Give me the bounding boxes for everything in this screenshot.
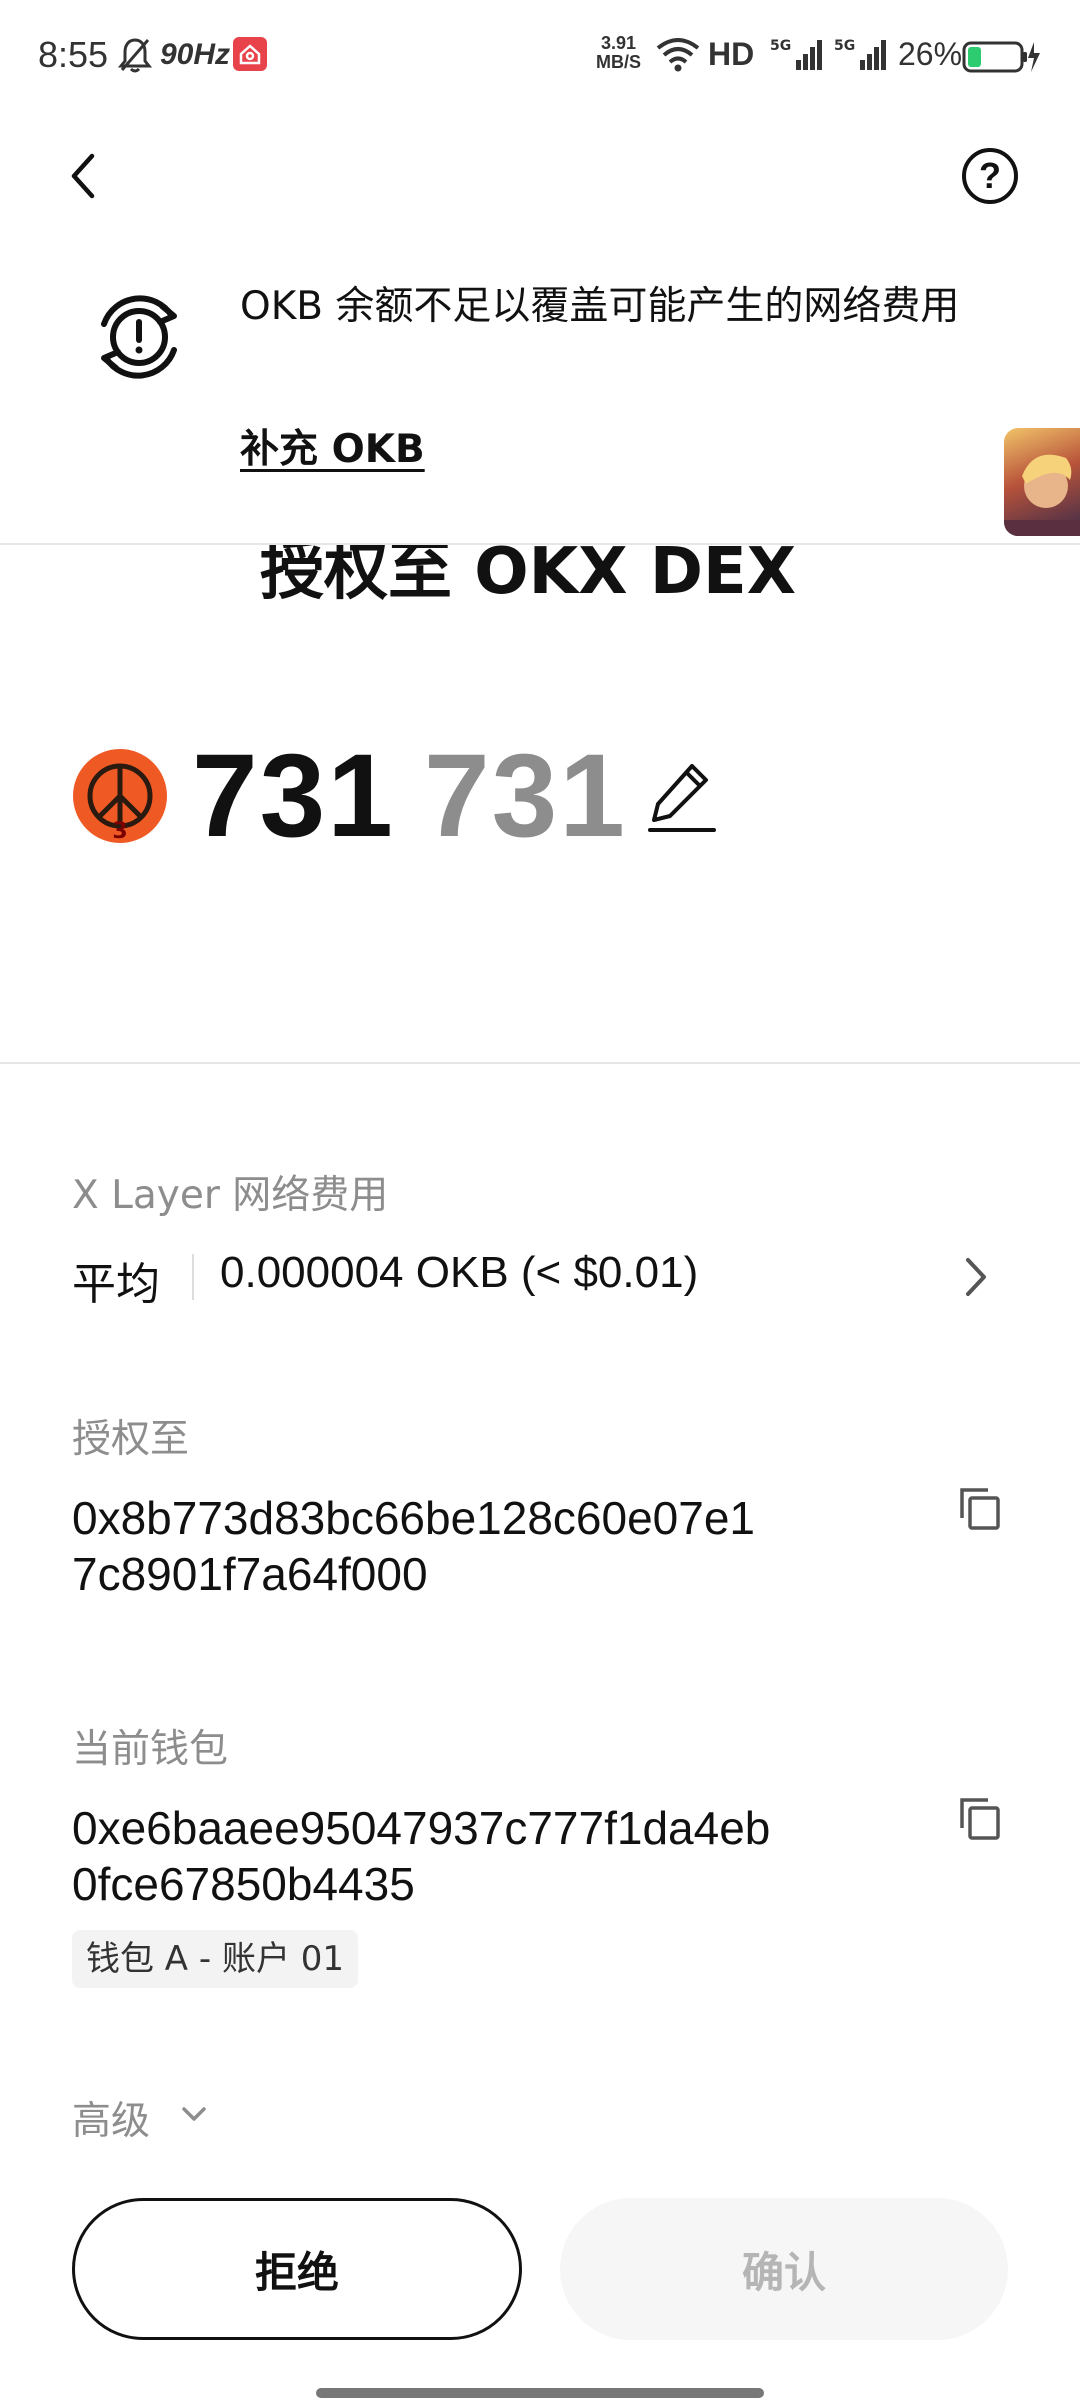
status-bar: 8:55 90Hz 3.91 MB/S HD 5G 5G 26% <box>0 0 1080 110</box>
network-fee-label: X Layer 网络费用 <box>72 1173 389 1218</box>
reject-button[interactable]: 拒绝 <box>72 2198 522 2340</box>
wifi-icon <box>656 38 700 72</box>
chevron-right-icon[interactable] <box>962 1254 990 1300</box>
confirm-button[interactable]: 确认 <box>560 2198 1008 2340</box>
net-speed-value: 3.91 <box>600 33 637 53</box>
back-button[interactable] <box>64 150 104 202</box>
signal-5g-icon-2: 5G <box>834 38 886 70</box>
spender-address-line-2: 7c8901f7a64f000 <box>72 1548 428 1600</box>
battery-charging-icon <box>962 41 1040 73</box>
fee-level: 平均 <box>72 1259 160 1310</box>
svg-text:5G: 5G <box>770 38 791 54</box>
wallet-address: 0xe6baaee95047937c777f1da4eb 0fce67850b4… <box>72 1800 832 1912</box>
svg-text:5G: 5G <box>834 38 855 54</box>
help-button[interactable]: ? <box>962 148 1018 204</box>
top-up-okb-link[interactable]: 补充 OKB <box>240 418 425 474</box>
refresh-rate: 90Hz <box>160 38 231 71</box>
spender-label: 授权至 <box>72 1417 190 1462</box>
network-type: HD <box>708 36 755 72</box>
token-icon: 3 <box>73 749 167 844</box>
app-notification-icon <box>233 37 267 71</box>
chevron-down-icon[interactable] <box>178 2100 210 2128</box>
signal-5g-icon: 5G <box>770 38 822 70</box>
spender-address: 0x8b773d83bc66be128c60e07e1 7c8901f7a64f… <box>72 1490 832 1602</box>
edit-amount-button[interactable] <box>646 760 718 834</box>
network-speed: 3.91 MB/S <box>596 34 641 72</box>
net-speed-unit: MB/S <box>596 52 641 72</box>
fee-separator <box>192 1254 194 1300</box>
battery-percent: 26% <box>898 36 963 72</box>
floating-game-bubble[interactable] <box>1004 428 1080 536</box>
game-avatar-icon <box>1004 454 1080 536</box>
wallet-address-line-1: 0xe6baaee95047937c777f1da4eb <box>72 1802 771 1854</box>
refresh-alert-icon <box>101 295 177 379</box>
token-icon-label: 3 <box>112 819 127 844</box>
spender-address-line-1: 0x8b773d83bc66be128c60e07e1 <box>72 1492 755 1544</box>
bell-muted-icon <box>118 38 152 73</box>
copy-spender-button[interactable] <box>956 1486 1004 1534</box>
copy-wallet-button[interactable] <box>956 1796 1004 1844</box>
advanced-toggle[interactable]: 高级 <box>72 2090 150 2146</box>
warning-message: OKB 余额不足以覆盖可能产生的网络费用 <box>240 284 960 329</box>
question-icon: ? <box>979 155 1001 196</box>
status-time: 8:55 <box>38 34 109 75</box>
current-wallet-label: 当前钱包 <box>72 1727 229 1772</box>
section-divider <box>0 1062 1080 1064</box>
wallet-account-badge: 钱包 A - 账户 01 <box>72 1930 359 1988</box>
approval-amount-input[interactable]: 731 <box>424 728 627 864</box>
wallet-address-line-2: 0fce67850b4435 <box>72 1858 415 1910</box>
fee-value: 0.000004 OKB (< $0.01) <box>220 1248 699 1297</box>
home-indicator[interactable] <box>316 2388 764 2398</box>
approval-amount: 731 <box>192 730 395 862</box>
